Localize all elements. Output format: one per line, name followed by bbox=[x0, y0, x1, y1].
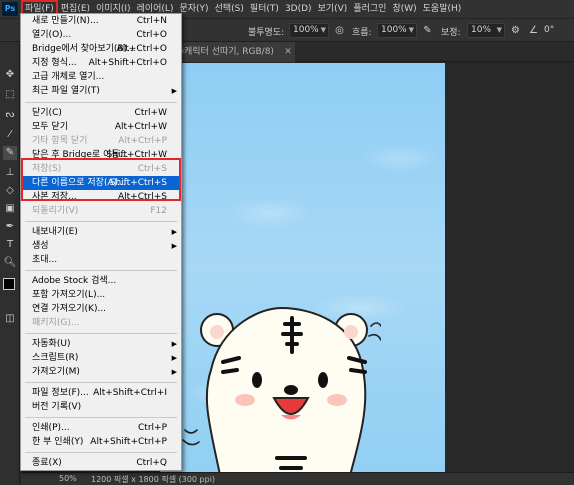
flow-value: 100% bbox=[381, 25, 407, 35]
menu-item-open[interactable]: 열기(O)... Ctrl+O bbox=[22, 28, 180, 42]
menu-item-scripts[interactable]: 스크립트(R) ▶ bbox=[22, 351, 180, 365]
submenu-arrow-icon: ▶ bbox=[171, 242, 177, 250]
menu-item-open-recent[interactable]: 최근 파일 열기(T) ▶ bbox=[22, 84, 180, 98]
menu-item-adobe-stock[interactable]: Adobe Stock 검색... bbox=[22, 274, 180, 288]
menu-separator bbox=[25, 270, 177, 271]
ps-logo: Ps bbox=[2, 2, 18, 16]
menu-item-browse-bridge[interactable]: Bridge에서 찾아보기(B)... Alt+Ctrl+O bbox=[22, 42, 180, 56]
menu-item-print-one-copy[interactable]: 한 부 인쇄(Y) Alt+Shift+Ctrl+P bbox=[22, 435, 180, 449]
menu-item-new[interactable]: 새로 만들기(N)... Ctrl+N bbox=[22, 14, 180, 28]
menu-item-version-history[interactable]: 버전 기록(V) bbox=[22, 400, 180, 414]
menu-separator bbox=[25, 221, 177, 222]
menu-help[interactable]: 도움말(H) bbox=[420, 0, 465, 18]
menu-separator bbox=[25, 452, 177, 453]
menu-item-open-smart-object[interactable]: 고급 개체로 열기... bbox=[22, 70, 180, 84]
smoothing-field[interactable]: 10% ▼ bbox=[467, 23, 505, 38]
chevron-down-icon: ▼ bbox=[496, 26, 502, 34]
tools-panel: ✥ ⬚ ᔓ ⁄ ✎ ⊥ ◇ ▣ ✒ T 🔍︎ ◫ bbox=[0, 42, 20, 485]
menu-item-automate[interactable]: 자동화(U) ▶ bbox=[22, 337, 180, 351]
menu-separator bbox=[25, 102, 177, 103]
opacity-field[interactable]: 100% ▼ bbox=[289, 23, 329, 38]
menu-3d[interactable]: 3D(D) bbox=[282, 0, 315, 18]
gear-icon[interactable]: ⚙ bbox=[508, 23, 523, 38]
menu-select[interactable]: 선택(S) bbox=[212, 0, 247, 18]
eraser-icon[interactable]: ◇ bbox=[3, 184, 17, 198]
file-menu-dropdown: 새로 만들기(N)... Ctrl+N 열기(O)... Ctrl+O Bridge… bbox=[20, 13, 182, 471]
opacity-label: 불투명도: bbox=[248, 28, 285, 38]
status-bar: 50% 1200 픽셀 x 1800 픽셀 (300 ppi) bbox=[21, 472, 574, 485]
menu-item-close[interactable]: 닫기(C) Ctrl+W bbox=[22, 106, 180, 120]
flow-label: 흐름: bbox=[352, 28, 372, 38]
stamp-icon[interactable]: ⊥ bbox=[3, 166, 17, 180]
move-icon[interactable]: ✥ bbox=[3, 68, 17, 82]
smoothing-label: 보정: bbox=[441, 28, 461, 38]
zoom-level[interactable]: 50% bbox=[59, 474, 77, 483]
close-icon[interactable]: ✕ bbox=[283, 42, 293, 62]
angle-value[interactable]: 0° bbox=[544, 25, 554, 35]
menu-item-close-go-bridge[interactable]: 닫은 후 Bridge로 이동... Shift+Ctrl+W bbox=[22, 148, 180, 162]
menu-filter[interactable]: 필터(T) bbox=[247, 0, 282, 18]
menu-item-exit[interactable]: 종료(X) Ctrl+Q bbox=[22, 456, 180, 470]
menu-view[interactable]: 보기(V) bbox=[315, 0, 351, 18]
menu-plugins[interactable]: 플러그인 bbox=[350, 0, 389, 18]
menu-item-place-embedded[interactable]: 포함 가져오기(L)... bbox=[22, 288, 180, 302]
menu-item-save-copy[interactable]: 사본 저장... Alt+Ctrl+S bbox=[22, 190, 180, 204]
pressure-opacity-icon[interactable]: ◎ bbox=[332, 23, 347, 38]
menu-item-generate[interactable]: 생성 ▶ bbox=[22, 239, 180, 253]
chevron-down-icon: ▼ bbox=[408, 26, 414, 34]
menu-separator bbox=[25, 382, 177, 383]
lasso-icon[interactable]: ᔓ bbox=[3, 108, 17, 122]
document-tab[interactable]: @캐릭터 선따기, RGB/8) bbox=[171, 42, 295, 62]
airbrush-icon[interactable]: ✎ bbox=[420, 23, 435, 38]
pen-icon[interactable]: ✒ bbox=[3, 220, 17, 234]
menu-item-save[interactable]: 저장(S) Ctrl+S bbox=[22, 162, 180, 176]
tiger-illustration bbox=[182, 307, 381, 472]
menu-item-revert[interactable]: 되돌리기(V) F12 bbox=[22, 204, 180, 218]
menu-item-place-linked[interactable]: 연결 가져오기(K)... bbox=[22, 302, 180, 316]
menu-item-file-info[interactable]: 파일 정보(F)... Alt+Shift+Ctrl+I bbox=[22, 386, 180, 400]
angle-icon[interactable]: ∠ bbox=[526, 23, 541, 38]
smoothing-value: 10% bbox=[471, 25, 492, 35]
menu-item-invite[interactable]: 초대... bbox=[22, 253, 180, 267]
menu-window[interactable]: 창(W) bbox=[389, 0, 419, 18]
opacity-value: 100% bbox=[293, 25, 319, 35]
menu-item-import[interactable]: 가져오기(M) ▶ bbox=[22, 365, 180, 379]
eyedropper-icon[interactable]: ⁄ bbox=[3, 128, 17, 142]
menu-item-close-all[interactable]: 모두 닫기 Alt+Ctrl+W bbox=[22, 120, 180, 134]
menu-item-package[interactable]: 패키지(G)... bbox=[22, 316, 180, 330]
menu-item-close-others[interactable]: 기타 항목 닫기 Alt+Ctrl+P bbox=[22, 134, 180, 148]
menu-item-open-as[interactable]: 지정 형식... Alt+Shift+Ctrl+O bbox=[22, 56, 180, 70]
type-icon[interactable]: T bbox=[3, 238, 17, 252]
foreground-color-swatch[interactable] bbox=[3, 278, 15, 290]
document-info: 1200 픽셀 x 1800 픽셀 (300 ppi) bbox=[91, 475, 216, 484]
submenu-arrow-icon: ▶ bbox=[171, 354, 177, 362]
submenu-arrow-icon: ▶ bbox=[171, 87, 177, 95]
menu-item-print[interactable]: 인쇄(P)... Ctrl+P bbox=[22, 421, 180, 435]
brush-icon[interactable]: ✎ bbox=[3, 146, 17, 160]
submenu-arrow-icon: ▶ bbox=[171, 340, 177, 348]
submenu-arrow-icon: ▶ bbox=[171, 228, 177, 236]
marquee-icon[interactable]: ⬚ bbox=[3, 88, 17, 102]
submenu-arrow-icon: ▶ bbox=[171, 368, 177, 376]
menu-separator bbox=[25, 417, 177, 418]
gradient-icon[interactable]: ▣ bbox=[3, 202, 17, 216]
photoshop-window: Ps 파일(F) 편집(E) 이미지(I) 레이어(L) 문자(Y) 선택(S)… bbox=[0, 0, 574, 485]
menu-separator bbox=[25, 333, 177, 334]
zoom-icon[interactable]: 🔍︎ bbox=[3, 256, 17, 270]
flow-field[interactable]: 100% ▼ bbox=[377, 23, 417, 38]
menu-item-save-as[interactable]: 다른 이름으로 저장(A)... Shift+Ctrl+S bbox=[22, 176, 180, 190]
chevron-down-icon: ▼ bbox=[320, 26, 326, 34]
menu-item-export[interactable]: 내보내기(E) ▶ bbox=[22, 225, 180, 239]
quick-mask-icon[interactable]: ◫ bbox=[3, 312, 17, 326]
